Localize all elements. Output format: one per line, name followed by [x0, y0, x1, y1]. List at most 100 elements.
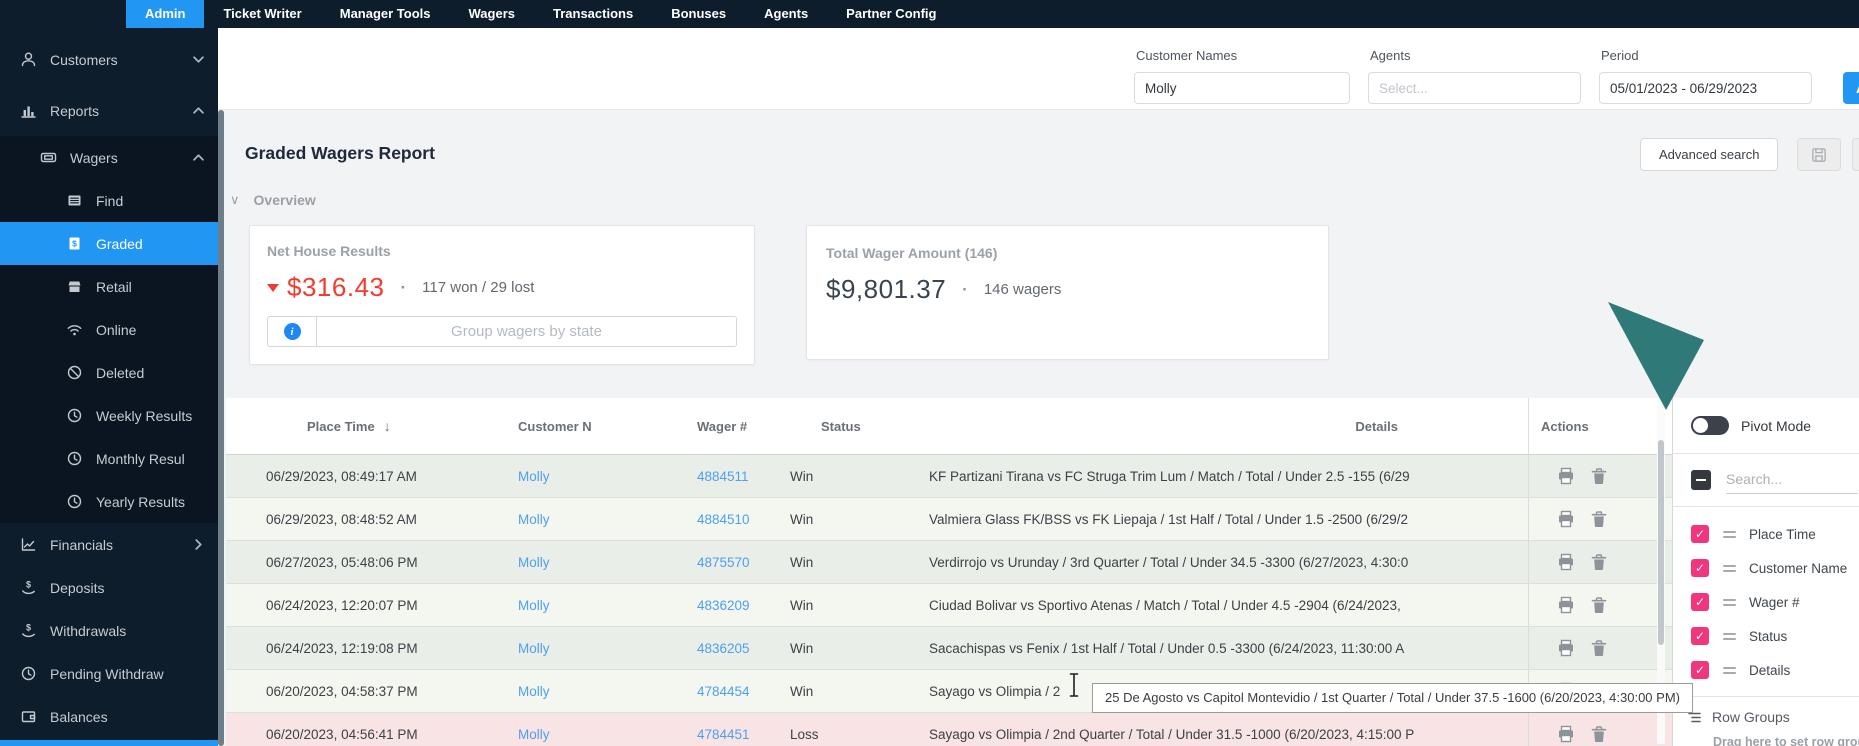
print-icon[interactable] [1557, 510, 1575, 528]
cell-status: Win [790, 554, 814, 570]
overview-toggle[interactable]: ∨ Overview [230, 192, 316, 208]
cell-status: Win [790, 468, 814, 484]
row-groups-label: Row Groups [1712, 709, 1790, 725]
scrollbar-thumb[interactable] [1658, 440, 1664, 645]
customer-link[interactable]: Molly [518, 469, 550, 484]
group-wagers-label: Group wagers by state [451, 323, 602, 340]
header-customer-name[interactable]: Customer Name [441, 398, 591, 454]
period-input[interactable] [1599, 72, 1812, 104]
checkbox-checked-icon[interactable]: ✓ [1691, 559, 1709, 577]
drag-handle-icon[interactable] [1723, 530, 1736, 538]
delete-icon[interactable] [1590, 596, 1608, 614]
customer-link[interactable]: Molly [518, 727, 550, 742]
sidebar-item-deposits[interactable]: $ Deposits [0, 566, 218, 609]
secondary-tool-button[interactable] [1852, 138, 1859, 171]
floppy-icon [1812, 147, 1826, 162]
header-status[interactable]: Status [781, 398, 911, 454]
wager-link[interactable]: 4836209 [697, 598, 750, 613]
drag-handle-icon[interactable] [1723, 632, 1736, 640]
wager-link[interactable]: 4784454 [697, 684, 750, 699]
delete-icon[interactable] [1590, 467, 1608, 485]
checkbox-checked-icon[interactable]: ✓ [1691, 627, 1709, 645]
sidebar-item-online[interactable]: Online [0, 308, 218, 351]
customer-link[interactable]: Molly [518, 598, 550, 613]
tab-wagers[interactable]: Wagers [450, 0, 534, 28]
table-row: 06/29/2023, 08:49:17 AM Molly 4884511 Wi… [226, 455, 1672, 498]
sidebar-item-deleted[interactable]: Deleted [0, 351, 218, 394]
agents-input[interactable] [1368, 72, 1581, 104]
print-icon[interactable] [1557, 725, 1575, 743]
wager-link[interactable]: 4836205 [697, 641, 750, 656]
tab-agents[interactable]: Agents [745, 0, 827, 28]
tab-ticket-writer[interactable]: Ticket Writer [204, 0, 320, 28]
file-dollar-icon: $ [69, 237, 80, 250]
info-section[interactable]: i [268, 317, 317, 346]
print-icon[interactable] [1557, 467, 1575, 485]
delete-icon[interactable] [1590, 553, 1608, 571]
print-icon[interactable] [1557, 639, 1575, 657]
sidebar-item-customers[interactable]: Customers [0, 38, 218, 81]
customer-link[interactable]: Molly [518, 512, 550, 527]
table-header-row: Place Time↓ Customer Name Wager # Status… [226, 398, 1672, 455]
sidebar-item-financials[interactable]: Financials [0, 523, 218, 566]
sidebar-scrollbar[interactable] [218, 110, 224, 746]
pivot-mode-toggle[interactable] [1691, 416, 1729, 435]
header-details[interactable]: Details [911, 398, 1528, 454]
sidebar-item-balances[interactable]: Balances [0, 695, 218, 738]
print-icon[interactable] [1557, 553, 1575, 571]
advanced-search-button[interactable]: Advanced search [1640, 138, 1779, 171]
tab-transactions[interactable]: Transactions [534, 0, 652, 28]
column-item-customer-name: ✓ Customer Name [1673, 551, 1859, 585]
group-wagers-by-state-button[interactable]: i Group wagers by state [267, 316, 737, 347]
sidebar-item-monthly-results[interactable]: Monthly Resul [0, 437, 218, 480]
sidebar-item-yearly-results[interactable]: Yearly Results [0, 480, 218, 523]
person-icon [21, 52, 36, 67]
net-house-value: $316.43 [287, 272, 385, 302]
sidebar-item-withdrawals[interactable]: $ Withdrawals [0, 609, 218, 652]
customer-link[interactable]: Molly [518, 641, 550, 656]
net-house-results-card: Net House Results $316.43 · 117 won / 29… [249, 225, 755, 365]
tab-admin[interactable]: Admin [126, 0, 205, 28]
tab-manager-tools[interactable]: Manager Tools [321, 0, 450, 28]
delete-icon[interactable] [1590, 725, 1608, 743]
wager-link[interactable]: 4884510 [697, 512, 750, 527]
sidebar-item-find[interactable]: Find [0, 179, 218, 222]
row-groups-hint[interactable]: Drag here to set row groups [1713, 735, 1859, 746]
overview-label: Overview [253, 192, 316, 208]
header-wager-number[interactable]: Wager # [591, 398, 781, 454]
customer-link[interactable]: Molly [518, 684, 550, 699]
wager-link[interactable]: 4875570 [697, 555, 750, 570]
delete-icon[interactable] [1590, 510, 1608, 528]
columns-search-input[interactable] [1726, 466, 1858, 494]
checkbox-checked-icon[interactable]: ✓ [1691, 593, 1709, 611]
sidebar-item-pending-withdraw[interactable]: Pending Withdraw [0, 652, 218, 695]
delete-icon[interactable] [1590, 639, 1608, 657]
cell-status: Win [790, 511, 814, 527]
table-row: 06/20/2023, 04:56:41 PM Molly 4784451 Lo… [226, 713, 1672, 746]
customer-names-input[interactable] [1134, 72, 1350, 104]
apply-button[interactable]: A [1843, 72, 1859, 104]
drag-handle-icon[interactable] [1723, 666, 1736, 674]
checkbox-checked-icon[interactable]: ✓ [1691, 525, 1709, 543]
sidebar-item-graded[interactable]: $ Graded [0, 222, 218, 265]
cell-place-time: 06/24/2023, 12:20:07 PM [266, 597, 418, 613]
customer-link[interactable]: Molly [518, 555, 550, 570]
print-icon[interactable] [1557, 596, 1575, 614]
hand-dollar-icon: $ [22, 580, 35, 595]
wager-link[interactable]: 4884511 [697, 469, 749, 484]
drag-handle-icon[interactable] [1723, 564, 1736, 572]
tab-partner-config[interactable]: Partner Config [827, 0, 955, 28]
sidebar-item-wagers[interactable]: Wagers [0, 136, 218, 179]
collapse-chevron-icon: ∨ [230, 192, 240, 207]
sidebar-item-retail[interactable]: Retail [0, 265, 218, 308]
wager-link[interactable]: 4784451 [697, 727, 750, 742]
header-place-time[interactable]: Place Time ↓ [226, 398, 441, 454]
checkbox-checked-icon[interactable]: ✓ [1691, 661, 1709, 679]
sidebar-item-weekly-results[interactable]: Weekly Results [0, 394, 218, 437]
drag-handle-icon[interactable] [1723, 598, 1736, 606]
sidebar-item-reports[interactable]: Reports [0, 89, 218, 132]
cell-status: Win [790, 640, 814, 656]
save-view-button[interactable] [1797, 138, 1841, 171]
tab-bonuses[interactable]: Bonuses [652, 0, 745, 28]
select-all-checkbox[interactable] [1691, 470, 1711, 490]
